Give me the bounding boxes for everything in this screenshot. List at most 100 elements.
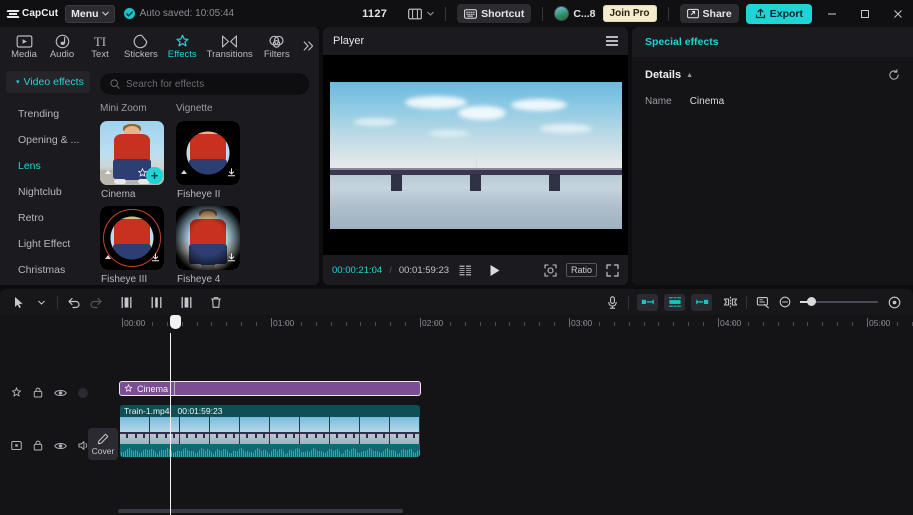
category-opening[interactable]: Opening & ...	[0, 127, 96, 153]
play-icon[interactable]	[489, 264, 501, 277]
avatar[interactable]	[554, 6, 570, 21]
effect-thumbnail[interactable]	[176, 121, 240, 185]
crop-button[interactable]	[752, 292, 774, 312]
zoom-out-button[interactable]	[774, 292, 796, 312]
export-button[interactable]: Export	[745, 3, 812, 24]
effect-cell-fisheye-ii[interactable]: Fisheye II	[176, 121, 240, 206]
waveform-bar	[151, 448, 152, 457]
tab-stickers[interactable]: Stickers	[119, 28, 163, 66]
tab-filters[interactable]: Filters	[258, 28, 296, 66]
ratio-button[interactable]: Ratio	[565, 263, 597, 277]
waveform-bar	[227, 450, 228, 457]
lock-icon[interactable]	[33, 440, 43, 451]
effect-cell-cinema[interactable]: + Cinema	[100, 121, 164, 206]
timeline-scrollbar[interactable]	[118, 509, 909, 513]
display-mode-group[interactable]	[408, 8, 435, 20]
waveform-bar	[265, 450, 266, 457]
effect-clip-cinema[interactable]: Cinema	[119, 381, 421, 396]
zoom-slider-track[interactable]	[800, 297, 878, 306]
timeline-ruler[interactable]: 00:00 01:00 02:00 03:00 04:00 05:00	[0, 315, 913, 333]
reset-icon[interactable]	[888, 69, 900, 81]
tab-effects[interactable]: Effects	[163, 28, 202, 66]
tab-label: Text	[91, 49, 109, 60]
category-header-video-effects[interactable]: ▾ Video effects	[6, 71, 90, 93]
effect-cell-fisheye-4[interactable]: Fisheye 4	[176, 206, 240, 285]
effect-cell-fisheye-iii[interactable]: Fisheye III	[100, 206, 164, 285]
download-icon[interactable]	[227, 249, 236, 267]
keyframe-left-button[interactable]	[637, 293, 658, 311]
export-label: Export	[769, 7, 803, 20]
eye-icon[interactable]	[54, 441, 67, 451]
select-tool-dropdown[interactable]	[30, 292, 52, 312]
waveform-bar	[179, 451, 180, 457]
ruler-label: 05:00	[869, 318, 891, 328]
tab-media[interactable]: Media	[5, 28, 43, 66]
zoom-slider[interactable]	[800, 297, 878, 306]
effect-cell-vignette[interactable]: Vignette	[176, 103, 240, 121]
waveform-bar	[223, 448, 224, 457]
category-christmas[interactable]: Christmas	[0, 257, 96, 283]
effect-thumbnail[interactable]	[176, 206, 240, 270]
join-pro-button[interactable]: Join Pro	[602, 5, 657, 22]
timeline-scrollbar-thumb[interactable]	[118, 509, 403, 513]
effect-thumbnail[interactable]	[100, 206, 164, 270]
timeline-tracks[interactable]: Cinema Train-1.mp4 00:01:59:23	[118, 333, 913, 515]
category-lens[interactable]: Lens	[0, 153, 96, 179]
search-effects-bar[interactable]	[100, 73, 309, 95]
minimize-button[interactable]	[819, 1, 845, 27]
lock-icon[interactable]	[33, 387, 43, 398]
ruler-label: 00:00	[124, 318, 146, 328]
tab-audio[interactable]: Audio	[43, 28, 81, 66]
redo-button[interactable]	[85, 292, 107, 312]
add-effect-icon[interactable]: +	[146, 167, 163, 184]
waveform-bar	[339, 450, 340, 457]
video-clip-train[interactable]: Train-1.mp4 00:01:59:23	[120, 405, 420, 457]
zoom-slider-knob[interactable]	[807, 297, 816, 306]
menu-button[interactable]: Menu	[65, 4, 115, 23]
waveform-bar	[347, 449, 348, 457]
shortcut-button[interactable]: Shortcut	[457, 4, 532, 23]
waveform-bar	[185, 448, 186, 457]
tab-transitions[interactable]: Transitions	[202, 28, 258, 66]
category-light-effect[interactable]: Light Effect	[0, 231, 96, 257]
account-group[interactable]: C...8	[554, 6, 596, 21]
download-icon[interactable]	[227, 164, 236, 182]
split-button[interactable]	[115, 292, 137, 312]
player-stage[interactable]	[323, 55, 628, 255]
hamburger-icon[interactable]	[606, 36, 618, 46]
eye-icon[interactable]	[54, 388, 67, 398]
undo-button[interactable]	[63, 292, 85, 312]
effect-label: Vignette	[176, 103, 213, 114]
record-button[interactable]	[601, 292, 623, 312]
cover-button[interactable]: Cover	[88, 428, 118, 460]
fullscreen-icon[interactable]	[606, 263, 619, 277]
details-section-header[interactable]: Details ▲	[645, 69, 900, 81]
category-nightclub[interactable]: Nightclub	[0, 179, 96, 205]
waveform-bar	[231, 452, 232, 457]
mirror-button[interactable]	[719, 292, 741, 312]
select-tool-button[interactable]	[8, 292, 30, 312]
effect-cell-mini-zoom[interactable]: Mini Zoom	[100, 103, 164, 121]
trim-left-button[interactable]	[145, 292, 167, 312]
download-icon[interactable]	[151, 249, 160, 267]
delete-button[interactable]	[205, 292, 227, 312]
search-input[interactable]	[126, 78, 299, 90]
close-button[interactable]	[885, 1, 911, 27]
divider	[667, 6, 669, 21]
more-tabs-button[interactable]	[298, 40, 319, 55]
category-retro[interactable]: Retro	[0, 205, 96, 231]
waveform-bar	[309, 452, 310, 457]
playhead-handle[interactable]	[170, 315, 181, 329]
frames-icon[interactable]	[459, 265, 472, 276]
effect-thumbnail[interactable]: +	[100, 121, 164, 185]
tab-text[interactable]: TI Text	[81, 28, 119, 66]
keyframe-right-button[interactable]	[691, 293, 712, 311]
trim-right-button[interactable]	[175, 292, 197, 312]
zoom-in-button[interactable]	[883, 292, 905, 312]
category-trending[interactable]: Trending	[0, 101, 96, 127]
focus-icon[interactable]	[544, 263, 557, 277]
maximize-button[interactable]	[852, 1, 878, 27]
keyframe-center-button[interactable]	[664, 293, 685, 311]
waveform-bar	[203, 449, 204, 457]
share-button[interactable]: Share	[679, 4, 739, 23]
